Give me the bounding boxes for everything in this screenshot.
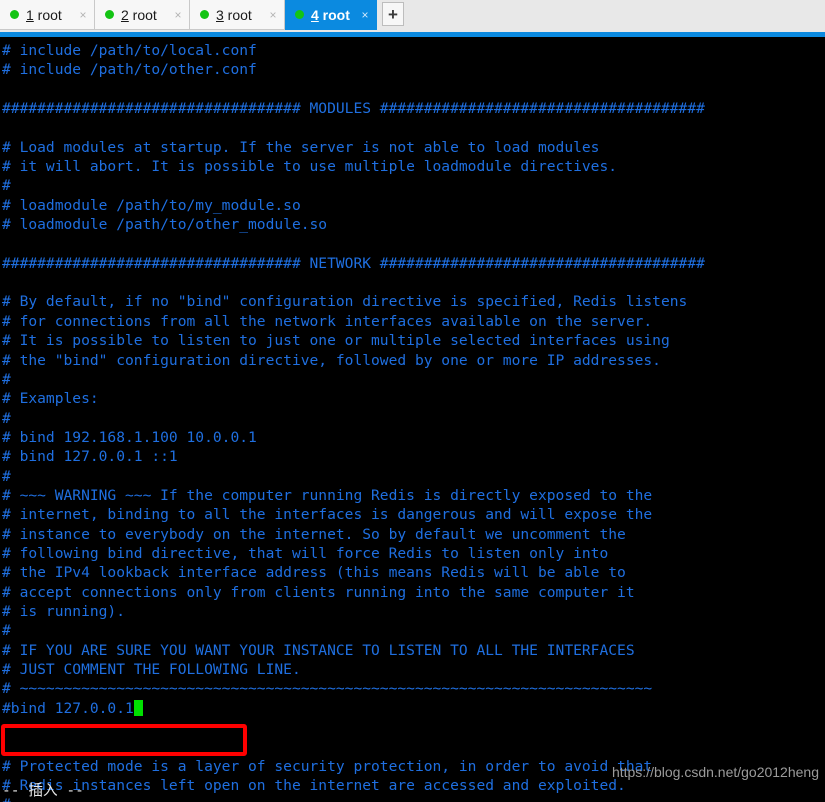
terminal-line: # bind 192.168.1.100 10.0.0.1 [2, 428, 257, 446]
terminal-window: 1 root × 2 root × 3 root × 4 root × + # … [0, 0, 825, 802]
terminal-line: # include /path/to/local.conf [2, 42, 257, 59]
close-icon[interactable]: × [171, 9, 185, 21]
tab-label-2: 2 root [121, 7, 167, 23]
terminal-line: # Redis instances left open on the inter… [2, 777, 626, 795]
terminal-line: # JUST COMMENT THE FOLLOWING LINE. [2, 661, 301, 678]
terminal-line: # it will abort. It is possible to use m… [2, 158, 618, 176]
watermark-text: https://blog.csdn.net/go2012heng [611, 764, 819, 780]
terminal-line: # bind 127.0.0.1 ::1 [2, 448, 178, 466]
terminal-line: # [2, 409, 11, 427]
tab-status-dot-icon [105, 10, 114, 19]
tab-status-dot-icon [10, 10, 19, 19]
terminal-line: # [2, 177, 11, 195]
terminal-line: # It is possible to listen to just one o… [2, 332, 670, 350]
terminal-line: # Load modules at startup. If the server… [2, 138, 600, 156]
tab-number-4: 4 [311, 6, 319, 23]
terminal-line-text: #bind 127.0.0.1 [2, 699, 134, 717]
terminal-line: # loadmodule /path/to/my_module.so [2, 196, 301, 214]
tab-name-1: root [33, 6, 62, 23]
terminal-line: # [2, 370, 11, 388]
tab-1[interactable]: 1 root × [0, 0, 95, 30]
terminal-line: # is running). [2, 602, 126, 620]
terminal-line: ################################## NETWO… [2, 254, 705, 272]
terminal-line: # instance to everybody on the internet.… [2, 525, 626, 543]
terminal-line: # [2, 467, 11, 485]
tab-name-4: root [318, 6, 350, 23]
terminal-line: # Protected mode is a layer of security … [2, 757, 653, 775]
new-tab-button[interactable]: + [382, 2, 404, 26]
terminal-line: # ~~~ WARNING ~~~ If the computer runnin… [2, 486, 653, 504]
tab-2[interactable]: 2 root × [95, 0, 190, 30]
terminal-line: # the IPv4 lookback interface address (t… [2, 564, 626, 582]
terminal-line: # for connections from all the network i… [2, 312, 653, 330]
terminal-line: # internet, binding to all the interface… [2, 506, 653, 524]
vim-status-line: -- 插入 -- [2, 782, 84, 799]
terminal-line: # IF YOU ARE SURE YOU WANT YOUR INSTANCE… [2, 641, 635, 659]
terminal-line: # By default, if no "bind" configuration… [2, 293, 688, 311]
tab-status-dot-icon [295, 10, 304, 19]
tab-number-3: 3 [216, 6, 224, 23]
terminal-line: # following bind directive, that will fo… [2, 544, 609, 562]
tab-number-1: 1 [26, 6, 34, 23]
tab-4[interactable]: 4 root × [285, 0, 377, 30]
terminal-line: # ~~~~~~~~~~~~~~~~~~~~~~~~~~~~~~~~~~~~~~… [2, 680, 653, 698]
close-icon[interactable]: × [76, 9, 90, 21]
tab-name-3: root [223, 6, 252, 23]
terminal-line: # accept connections only from clients r… [2, 583, 635, 601]
terminal-edited-line: #bind 127.0.0.1 [2, 699, 705, 718]
terminal-text-buffer: # include /path/to/local.conf # include /… [2, 41, 705, 802]
tab-name-2: root [128, 6, 157, 23]
terminal-line: # [2, 622, 11, 640]
tab-number-2: 2 [121, 6, 129, 23]
terminal-line: ################################## MODUL… [2, 100, 705, 118]
terminal-line: # [2, 795, 705, 802]
terminal-line: # Examples: [2, 390, 99, 408]
tab-3[interactable]: 3 root × [190, 0, 285, 30]
tab-label-4: 4 root [311, 7, 354, 23]
terminal-line: # include /path/to/other.conf [2, 61, 257, 79]
tab-bar: 1 root × 2 root × 3 root × 4 root × + [0, 0, 825, 32]
text-cursor [133, 699, 143, 716]
terminal-screen[interactable]: # include /path/to/local.conf # include /… [0, 37, 825, 802]
terminal-line: # the "bind" configuration directive, fo… [2, 351, 661, 369]
tab-status-dot-icon [200, 10, 209, 19]
tab-label-1: 1 root [26, 7, 72, 23]
close-icon[interactable]: × [358, 9, 372, 21]
terminal-line: # loadmodule /path/to/other_module.so [2, 216, 328, 234]
close-icon[interactable]: × [266, 9, 280, 21]
tab-label-3: 3 root [216, 7, 262, 23]
